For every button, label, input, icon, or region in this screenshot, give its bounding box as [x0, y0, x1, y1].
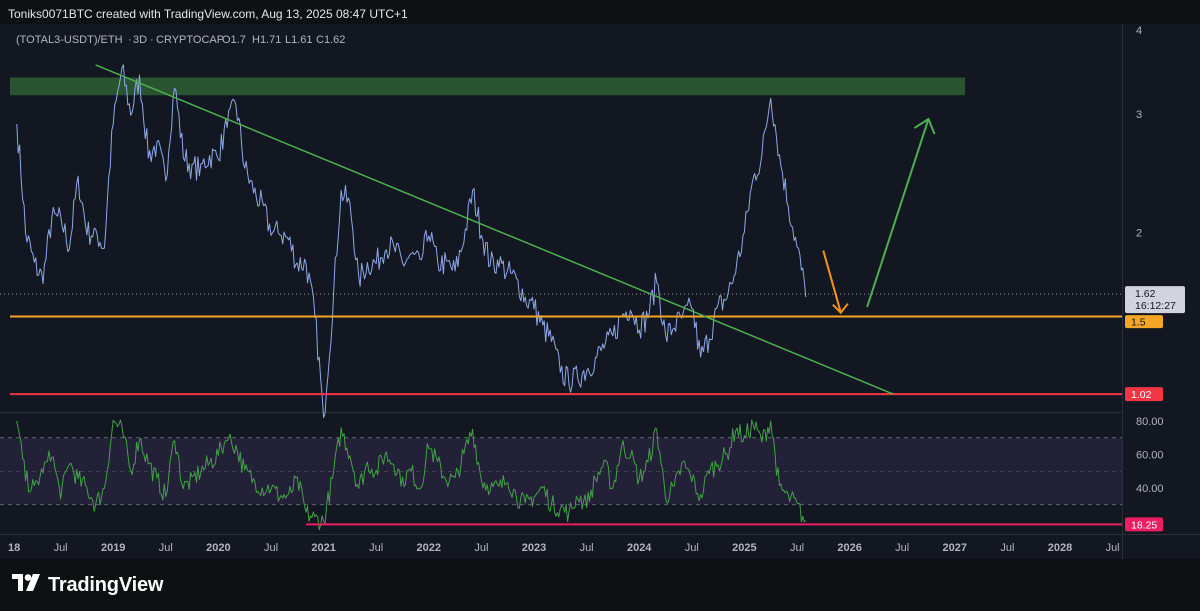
time-axis-label: Jul	[264, 542, 278, 554]
time-axis-label: Jul	[580, 542, 594, 554]
rsi-axis[interactable]: 80.00 60.00 40.00	[1136, 416, 1164, 495]
chart-legend: (TOTAL3-USDT)/ETH · 3D · CRYPTOCAP O1.7 …	[16, 34, 345, 46]
time-axis-label: Jul	[54, 542, 68, 554]
rsi-axis-label: 80.00	[1136, 416, 1164, 428]
chart-frame: 4 3 2 80.00 60.00 40.00 1.62 16:12:27 1.5 1.02 1…	[0, 24, 1200, 559]
legend-high: H1.71	[252, 34, 281, 46]
rsi-low-tag: 18.25	[1131, 519, 1157, 531]
legend-symbol[interactable]: (TOTAL3-USDT)/ETH	[16, 34, 123, 46]
time-axis-label: Jul	[159, 542, 173, 554]
time-axis-label: Jul	[895, 542, 909, 554]
time-axis-label: 2027	[943, 542, 967, 554]
red-level-tag: 1.02	[1131, 389, 1152, 401]
rsi-axis-label: 40.00	[1136, 483, 1164, 495]
chart-canvas: 4 3 2 80.00 60.00 40.00 1.6216:12:27 1.5 1.02 1…	[0, 24, 1200, 559]
legend-open: O1.7	[222, 34, 246, 46]
brand[interactable]: TradingView	[12, 572, 163, 598]
legend-low: L1.61	[285, 34, 313, 46]
time-axis-label: 2020	[206, 542, 230, 554]
time-axis-label: 2024	[627, 542, 652, 554]
price-tag-value: 1.62	[1135, 288, 1156, 300]
price-axis-label: 2	[1136, 228, 1142, 240]
time-axis-label: 2028	[1048, 542, 1072, 554]
chart-credit: Toniks0071BTC created with TradingView.c…	[8, 7, 408, 21]
price-tag-countdown: 16:12:27	[1135, 300, 1176, 312]
time-axis-label: 2019	[101, 542, 125, 554]
time-axis-label: Jul	[1000, 542, 1014, 554]
tradingview-logo-icon	[12, 573, 42, 597]
time-axis-label: 2021	[311, 542, 335, 554]
price-axis-label: 4	[1136, 25, 1142, 37]
time-axis-label: 2022	[417, 542, 441, 554]
time-axis-label: Jul	[1106, 542, 1120, 554]
legend-exchange: CRYPTOCAP	[156, 34, 224, 46]
time-axis-label: Jul	[685, 542, 699, 554]
resistance-zone-layer[interactable]	[10, 77, 965, 96]
legend-interval[interactable]: 3D	[133, 34, 147, 46]
time-axis-label: Jul	[474, 542, 488, 554]
legend-sep-2: ·	[150, 34, 154, 46]
time-axis-label: 2023	[522, 542, 546, 554]
brand-name: TradingView	[48, 573, 164, 596]
price-axis-label: 3	[1136, 109, 1142, 121]
time-axis-label: 2025	[732, 542, 756, 554]
legend-sep-1: ·	[128, 34, 132, 46]
time-axis-label: Jul	[790, 542, 804, 554]
legend-close: C1.62	[316, 34, 345, 46]
rsi-band-layer[interactable]	[0, 437, 1122, 506]
rsi-axis-label: 60.00	[1136, 450, 1164, 462]
time-axis-label: 2026	[837, 542, 861, 554]
orange-level-tag: 1.5	[1131, 317, 1146, 329]
resistance-zone	[10, 77, 965, 96]
time-axis-label: 18	[8, 542, 20, 554]
time-axis-label: Jul	[369, 542, 383, 554]
